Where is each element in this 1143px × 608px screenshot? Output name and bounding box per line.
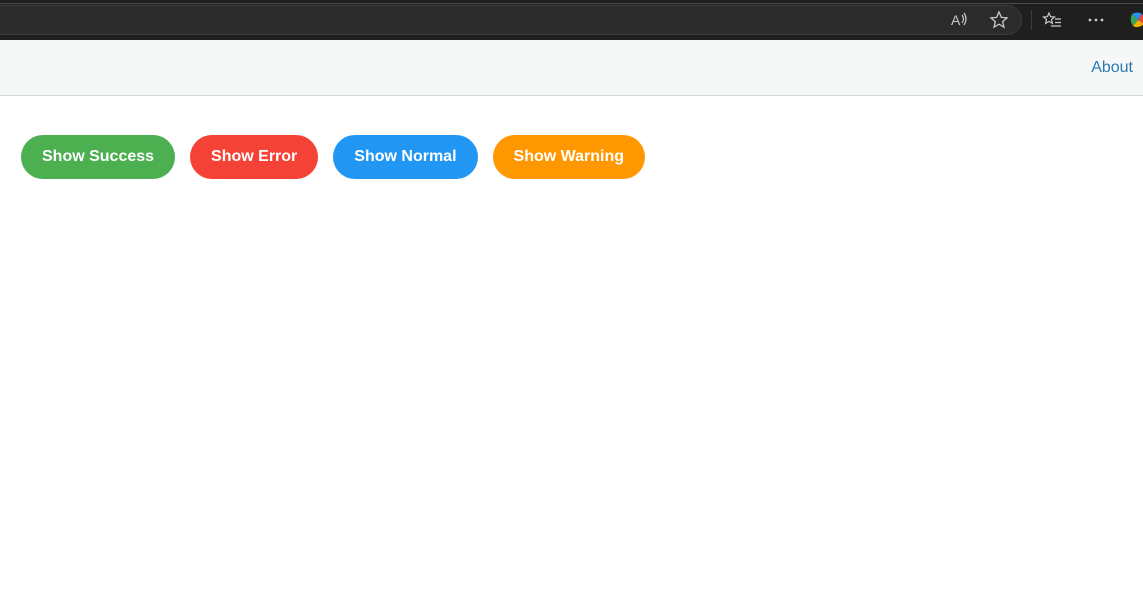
show-success-button[interactable]: Show Success <box>21 135 176 179</box>
browser-toolbar: A <box>0 0 1143 40</box>
toolbar-divider <box>0 3 1143 4</box>
favorite-star-icon[interactable] <box>987 8 1011 32</box>
about-link[interactable]: About <box>1091 59 1133 77</box>
svg-text:A: A <box>951 12 961 28</box>
toolbar-separator <box>1031 10 1032 30</box>
read-aloud-icon[interactable]: A <box>947 8 971 32</box>
toast-button-row: Show Success Show Error Show Normal Show… <box>21 135 646 179</box>
page-navbar: About <box>0 40 1143 96</box>
address-bar[interactable] <box>0 5 1022 35</box>
show-error-button[interactable]: Show Error <box>190 135 319 179</box>
favorites-list-icon[interactable] <box>1040 8 1064 32</box>
copilot-icon[interactable] <box>1126 8 1143 32</box>
show-warning-button[interactable]: Show Warning <box>492 135 646 179</box>
show-normal-button[interactable]: Show Normal <box>333 135 478 179</box>
more-options-icon[interactable] <box>1084 8 1108 32</box>
